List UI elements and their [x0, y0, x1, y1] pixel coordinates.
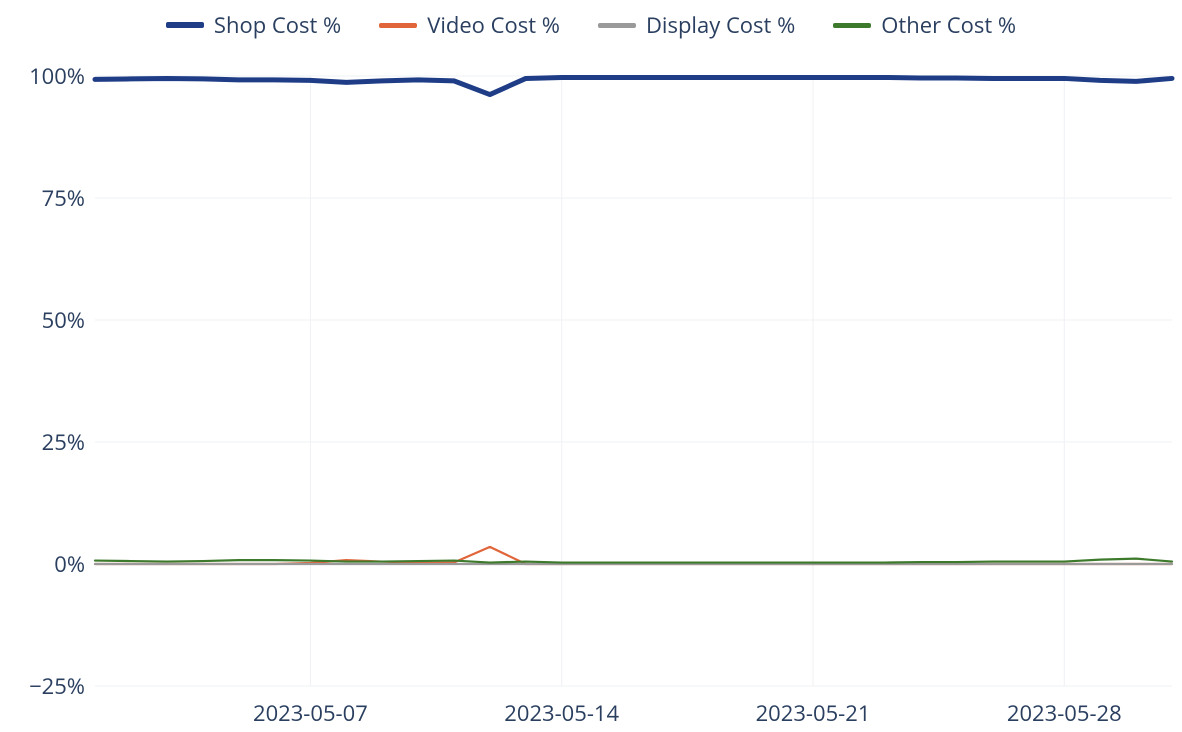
legend-label: Other Cost %: [881, 10, 1016, 40]
legend-swatch: [379, 23, 417, 28]
y-tick-label: 0%: [0, 549, 85, 579]
legend-swatch: [166, 22, 204, 28]
y-tick-label: 50%: [0, 305, 85, 335]
legend-swatch: [833, 23, 871, 28]
x-tick-label: 2023-05-21: [756, 698, 871, 728]
legend: Shop Cost % Video Cost % Display Cost % …: [0, 10, 1182, 40]
x-tick-label: 2023-05-07: [253, 698, 368, 728]
legend-label: Shop Cost %: [214, 10, 341, 40]
legend-item-display-cost[interactable]: Display Cost %: [598, 10, 795, 40]
line-chart: Shop Cost % Video Cost % Display Cost % …: [0, 0, 1182, 732]
legend-label: Video Cost %: [427, 10, 560, 40]
plot-svg: [95, 76, 1172, 686]
legend-item-other-cost[interactable]: Other Cost %: [833, 10, 1016, 40]
legend-label: Display Cost %: [646, 10, 795, 40]
x-tick-label: 2023-05-28: [1007, 698, 1122, 728]
y-tick-label: 25%: [0, 427, 85, 457]
plot-area[interactable]: [95, 76, 1172, 686]
y-tick-label: 100%: [0, 61, 85, 91]
legend-swatch: [598, 23, 636, 28]
y-tick-label: −25%: [0, 671, 85, 701]
legend-item-shop-cost[interactable]: Shop Cost %: [166, 10, 341, 40]
x-tick-label: 2023-05-14: [504, 698, 619, 728]
y-tick-label: 75%: [0, 183, 85, 213]
legend-item-video-cost[interactable]: Video Cost %: [379, 10, 560, 40]
